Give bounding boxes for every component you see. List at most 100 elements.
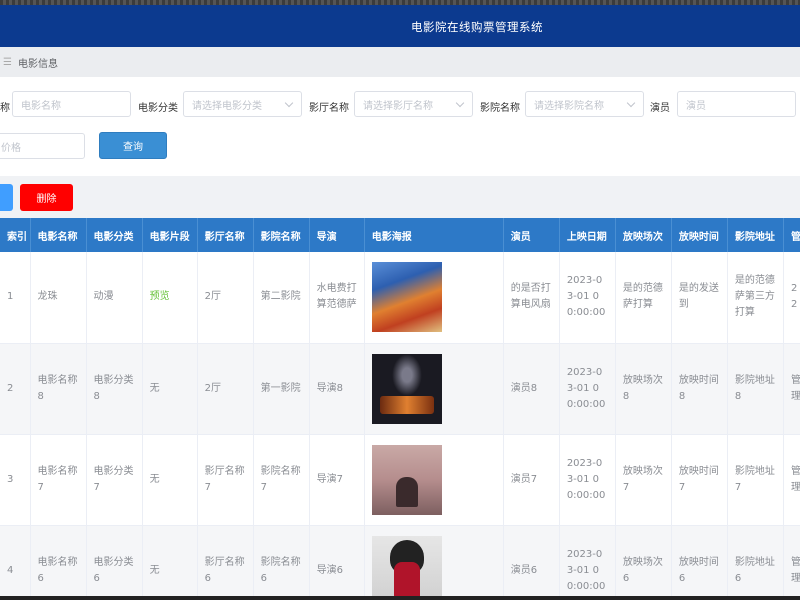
table-row[interactable]: 1 龙珠 动漫 预览 2厅 第二影院 水电费打算范德萨 的是否打算电风扇 202… — [0, 252, 800, 344]
col-header-manage: 管 — [783, 218, 800, 252]
delete-button[interactable]: 删除 — [20, 184, 73, 211]
cell-poster — [364, 434, 504, 526]
breadcrumb: ☰ 电影信息 — [0, 47, 800, 77]
cell-actor: 演员6 — [503, 525, 560, 600]
cell-category: 电影分类6 — [86, 525, 143, 600]
col-header-index: 索引 — [0, 218, 31, 252]
col-header-director: 导演 — [309, 218, 365, 252]
cell-director: 水电费打算范德萨 — [309, 252, 365, 344]
col-header-name: 电影名称 — [30, 218, 87, 252]
movie-table-container: 索引 电影名称 电影分类 电影片段 影厅名称 影院名称 导演 电影海报 演员 上… — [0, 218, 800, 600]
col-header-release-date: 上映日期 — [559, 218, 616, 252]
cell-hall: 影厅名称7 — [197, 434, 254, 526]
table-header-row: 索引 电影名称 电影分类 电影片段 影厅名称 影院名称 导演 电影海报 演员 上… — [0, 218, 800, 252]
cell-show-time: 是的发送到 — [671, 252, 728, 344]
cinema-name-select[interactable]: 请选择影院名称 — [525, 91, 644, 117]
cell-release-date: 2023-03-01 00:00:00 — [559, 434, 616, 526]
cell-show-time: 放映时间6 — [671, 525, 728, 600]
dark-poster-image[interactable] — [371, 353, 442, 424]
cell-manage: 管理 — [783, 525, 800, 600]
cell-session: 放映场次8 — [615, 343, 672, 435]
cell-hall: 2厅 — [197, 252, 254, 344]
app-window: 电影院在线购票管理系统 ☰ 电影信息 称 电影名称 电影分类 请选择电影分类 影… — [0, 5, 800, 600]
cell-address: 影院地址7 — [727, 434, 784, 526]
cell-category: 动漫 — [86, 252, 143, 344]
cell-session: 放映场次7 — [615, 434, 672, 526]
add-button[interactable] — [0, 184, 13, 211]
col-header-address: 影院地址 — [727, 218, 784, 252]
cell-cinema: 影院名称7 — [253, 434, 310, 526]
cell-hall: 影厅名称6 — [197, 525, 254, 600]
cell-poster — [364, 252, 504, 344]
cell-name: 电影名称8 — [30, 343, 87, 435]
window-bottom-bar — [0, 596, 800, 600]
col-header-clip: 电影片段 — [142, 218, 198, 252]
cell-actor: 的是否打算电风扇 — [503, 252, 560, 344]
couple-poster-image[interactable] — [371, 444, 442, 515]
cell-index: 2 — [0, 343, 31, 435]
movie-table: 索引 电影名称 电影分类 电影片段 影厅名称 影院名称 导演 电影海报 演员 上… — [0, 218, 800, 600]
cell-director: 导演8 — [309, 343, 365, 435]
cell-category: 电影分类7 — [86, 434, 143, 526]
col-header-show-time: 放映时间 — [671, 218, 728, 252]
col-header-hall: 影厅名称 — [197, 218, 254, 252]
cell-show-time: 放映时间7 — [671, 434, 728, 526]
cell-name: 电影名称6 — [30, 525, 87, 600]
cell-clip-preview-link[interactable]: 预览 — [142, 252, 198, 344]
cell-actor: 演员7 — [503, 434, 560, 526]
movie-name-input[interactable]: 电影名称 — [12, 91, 131, 117]
cell-poster — [364, 343, 504, 435]
breadcrumb-current[interactable]: 电影信息 — [18, 55, 58, 70]
hall-name-label: 影厅名称 — [309, 103, 349, 114]
cell-clip: 无 — [142, 434, 198, 526]
cell-manage: 管理 — [783, 343, 800, 435]
movie-category-select[interactable]: 请选择电影分类 — [183, 91, 302, 117]
cell-name: 电影名称7 — [30, 434, 87, 526]
cell-actor: 演员8 — [503, 343, 560, 435]
table-row[interactable]: 3 电影名称7 电影分类7 无 影厅名称7 影院名称7 导演7 演员7 2023… — [0, 434, 800, 526]
cell-cinema: 第二影院 — [253, 252, 310, 344]
table-row[interactable]: 4 电影名称6 电影分类6 无 影厅名称6 影院名称6 导演6 演员6 2023… — [0, 525, 800, 600]
cell-session: 放映场次6 — [615, 525, 672, 600]
movie-name-label: 称 — [0, 103, 10, 114]
menu-icon: ☰ — [3, 56, 12, 68]
col-header-session: 放映场次 — [615, 218, 672, 252]
cell-manage: 22 — [783, 252, 800, 344]
cell-director: 导演7 — [309, 434, 365, 526]
col-header-category: 电影分类 — [86, 218, 143, 252]
cell-session: 是的范德萨打算 — [615, 252, 672, 344]
cell-release-date: 2023-03-01 00:00:00 — [559, 525, 616, 600]
col-header-cinema: 影院名称 — [253, 218, 310, 252]
cell-clip: 无 — [142, 343, 198, 435]
cell-category: 电影分类8 — [86, 343, 143, 435]
cell-poster — [364, 525, 504, 600]
table-row[interactable]: 2 电影名称8 电影分类8 无 2厅 第一影院 导演8 演员8 2023-03-… — [0, 343, 800, 435]
dragonball-poster-image[interactable] — [371, 262, 442, 333]
cell-index: 4 — [0, 525, 31, 600]
system-title: 电影院在线购票管理系统 — [411, 20, 543, 34]
cell-show-time: 放映时间8 — [671, 343, 728, 435]
top-header: 电影院在线购票管理系统 — [0, 5, 800, 47]
cell-index: 3 — [0, 434, 31, 526]
cell-name: 龙珠 — [30, 252, 87, 344]
search-filter-panel: 称 电影名称 电影分类 请选择电影分类 影厅名称 请选择影厅名称 影院名称 请选… — [0, 77, 800, 176]
cell-address: 影院地址8 — [727, 343, 784, 435]
price-input[interactable]: 价格 — [0, 133, 85, 159]
cinema-name-label: 影院名称 — [480, 103, 520, 114]
col-header-poster: 电影海报 — [364, 218, 504, 252]
cell-hall: 2厅 — [197, 343, 254, 435]
cell-address: 影院地址6 — [727, 525, 784, 600]
portrait-poster-image[interactable] — [371, 535, 442, 600]
cell-release-date: 2023-03-01 00:00:00 — [559, 343, 616, 435]
cell-cinema: 影院名称6 — [253, 525, 310, 600]
cell-director: 导演6 — [309, 525, 365, 600]
actor-input[interactable]: 演员 — [677, 91, 796, 117]
cell-address: 是的范德萨第三方打算 — [727, 252, 784, 344]
cell-cinema: 第一影院 — [253, 343, 310, 435]
query-button[interactable]: 查询 — [99, 132, 167, 159]
hall-name-select[interactable]: 请选择影厅名称 — [354, 91, 473, 117]
col-header-actor: 演员 — [503, 218, 560, 252]
actor-label: 演员 — [650, 103, 670, 114]
cell-release-date: 2023-03-01 00:00:00 — [559, 252, 616, 344]
action-bar: 删除 — [0, 176, 800, 219]
